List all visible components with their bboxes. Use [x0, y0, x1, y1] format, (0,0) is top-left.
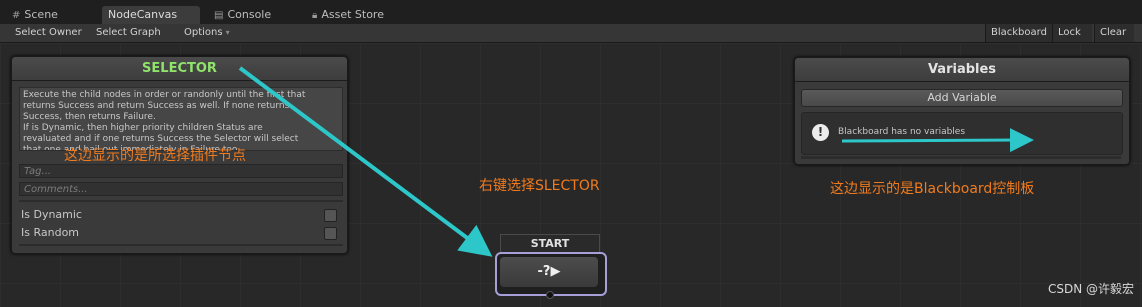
selector-title: SELECTOR [12, 57, 347, 81]
start-node-label: START [500, 234, 600, 254]
no-variables-message: ! Blackboard has no variables [801, 112, 1123, 155]
tag-input[interactable]: Tag... [19, 164, 343, 178]
lock-button[interactable]: Lock [1052, 24, 1092, 42]
editor-tab-bar: # Scene NodeCanvas ▤ Console 🔒︎ Asset Store [0, 0, 1142, 24]
is-random-row: Is Random [21, 225, 347, 241]
is-dynamic-row: Is Dynamic [21, 207, 347, 223]
variables-panel: Variables Add Variable ! Blackboard has … [794, 57, 1130, 165]
tab-asset-store[interactable]: 🔒︎ Asset Store [306, 6, 390, 24]
warning-icon: ! [812, 124, 829, 141]
is-random-label: Is Random [21, 226, 80, 239]
start-node-icon: -?▶ [500, 257, 598, 287]
divider [801, 156, 1121, 159]
graph-toolbar: Select Owner Select Graph Options ▾ Black… [0, 24, 1142, 43]
select-graph-button[interactable]: Select Graph [91, 24, 166, 42]
select-owner-button[interactable]: Select Owner [10, 24, 87, 42]
node-description: Execute the child nodes in order or rand… [19, 87, 343, 151]
clear-button[interactable]: Clear [1094, 24, 1134, 42]
console-icon: ▤ [214, 10, 224, 21]
variables-title: Variables [795, 58, 1129, 82]
tab-nodecanvas[interactable]: NodeCanvas [102, 6, 200, 24]
tab-asset-store-label: Asset Store [321, 8, 384, 21]
annotation-left: 这边显示的是所选择插件节点 [64, 148, 246, 164]
tab-scene[interactable]: # Scene [6, 6, 64, 24]
output-port[interactable] [546, 291, 554, 299]
annotation-center: 右键选择SLECTOR [479, 178, 600, 194]
add-variable-button[interactable]: Add Variable [801, 89, 1123, 107]
start-node[interactable]: -?▶ [495, 252, 607, 296]
comments-input[interactable]: Comments... [19, 182, 343, 196]
lock-icon: 🔒︎ [312, 10, 318, 21]
options-dropdown[interactable]: Options ▾ [179, 24, 235, 42]
no-variables-text: Blackboard has no variables [838, 127, 966, 137]
grid-icon: # [12, 10, 21, 21]
tab-nodecanvas-label: NodeCanvas [108, 8, 178, 21]
is-dynamic-label: Is Dynamic [21, 208, 82, 221]
is-dynamic-checkbox[interactable] [324, 209, 337, 222]
tab-console-label: Console [227, 8, 272, 21]
divider [19, 244, 343, 246]
blackboard-button[interactable]: Blackboard [985, 24, 1052, 42]
options-label: Options [184, 27, 223, 38]
is-random-checkbox[interactable] [324, 227, 337, 240]
chevron-down-icon: ▾ [225, 28, 230, 37]
tab-scene-label: Scene [24, 8, 58, 21]
annotation-right: 这边显示的是Blackboard控制板 [830, 181, 1035, 197]
watermark: CSDN @许毅宏 [1047, 282, 1134, 296]
divider [19, 200, 343, 202]
tab-console[interactable]: ▤ Console [208, 6, 277, 24]
